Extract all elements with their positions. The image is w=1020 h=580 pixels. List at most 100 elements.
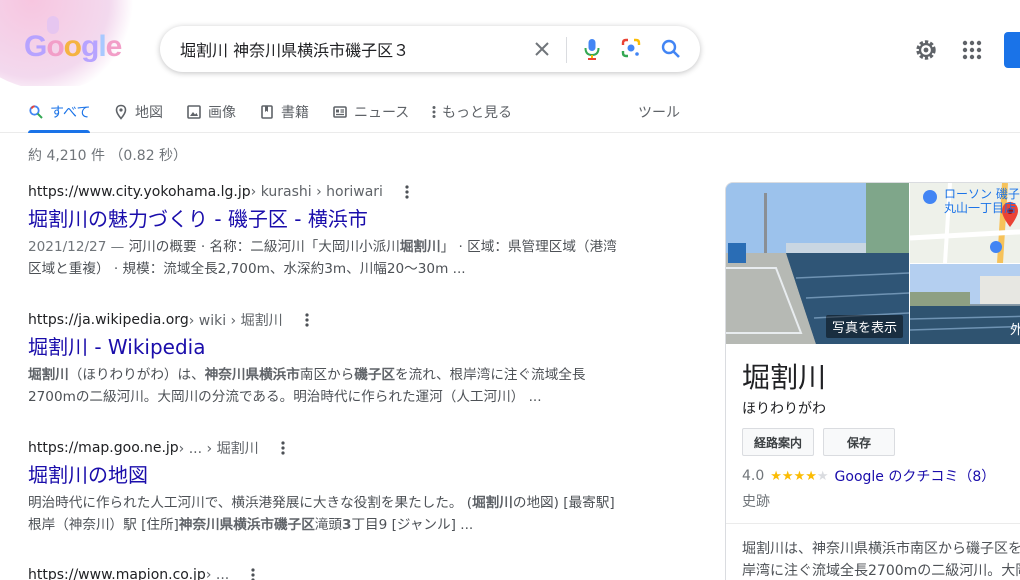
image-search-button[interactable]: [619, 36, 643, 62]
snippet-text: 」 · 区域：県管理区域（港湾: [440, 239, 617, 255]
result-options-button[interactable]: [245, 566, 261, 580]
search-tabs: すべて 地図 画像 書籍 ニュース もっと見る ツール: [0, 92, 1020, 133]
result-url[interactable]: https://www.mapion.co.jp › ...: [28, 565, 638, 580]
snippet-text: 河川の概要 · 名称：二級河川「大岡川小派川: [128, 239, 400, 255]
tab-news[interactable]: ニュース: [332, 92, 409, 132]
close-icon: [535, 42, 549, 56]
snippet-highlight: 堀割川: [472, 495, 513, 511]
clear-search-button[interactable]: [530, 37, 554, 61]
tab-label: すべて: [50, 105, 91, 121]
search-box-divider: [566, 37, 567, 63]
result-domain: https://www.city.yokohama.lg.jp: [28, 184, 251, 200]
snippet-highlight: 磯子区: [354, 367, 396, 383]
settings-button[interactable]: [913, 37, 939, 63]
snippet-text: の地図) [最寄駅]: [512, 495, 615, 511]
more-vert-icon: [280, 441, 285, 455]
kp-title: 堀割川: [742, 361, 827, 394]
result-title-link[interactable]: 堀割川の地図: [28, 462, 638, 488]
tools-button[interactable]: ツール: [638, 92, 680, 132]
result-url[interactable]: https://www.city.yokohama.lg.jp › kurash…: [28, 182, 638, 202]
snippet-text: 明治時代に作られた人工河川で、横浜港発展に大きな役割を果たした。 (: [28, 495, 473, 511]
rating-value: 4.0: [742, 468, 765, 484]
kp-divider: [726, 523, 1020, 524]
snippet-text: 根岸（神奈川）駅 [住所]: [28, 517, 179, 533]
search-result: https://map.goo.ne.jp › ... › 堀割川 堀割川の地図…: [28, 438, 638, 536]
result-stats: 約 4,210 件 （0.82 秒）: [28, 148, 188, 164]
result-date: 2021/12/27 —: [28, 239, 129, 255]
directions-button[interactable]: 経路案内: [742, 428, 814, 456]
header: Google: [0, 0, 1020, 92]
result-title-link[interactable]: 堀割川 - Wikipedia: [28, 334, 638, 360]
snippet-highlight: 堀割川: [28, 367, 69, 383]
search-result: https://www.city.yokohama.lg.jp › kurash…: [28, 182, 638, 280]
search-icon: [29, 105, 43, 119]
tab-books[interactable]: 書籍: [259, 92, 309, 132]
tab-label: もっと見る: [442, 105, 512, 121]
result-snippet: 堀割川（ほりわりがわ）は、神奈川県横浜市南区から磯子区を流れ、根岸湾に注ぐ流域全…: [28, 364, 638, 408]
sign-in-button[interactable]: [1004, 32, 1020, 68]
result-url[interactable]: https://map.goo.ne.jp › ... › 堀割川: [28, 438, 638, 458]
result-path: › ...: [205, 567, 230, 580]
snippet-text: 区域と重複） · 規模：流域全長2,700m、水深約3m、川幅20〜30m ..…: [28, 261, 466, 277]
tab-images[interactable]: 画像: [186, 92, 236, 132]
result-title-link[interactable]: 堀割川の魅力づくり - 磯子区 - 横浜市: [28, 206, 638, 232]
snippet-highlight: 堀割川: [399, 239, 441, 255]
kp-exterior-photo[interactable]: 外: [910, 264, 1020, 344]
voice-search-button[interactable]: [580, 36, 604, 62]
kp-category: 史跡: [742, 494, 770, 510]
gear-icon: [916, 40, 936, 60]
search-button[interactable]: [659, 36, 683, 62]
map-pin-icon: [115, 104, 127, 120]
kp-photo-grid: 写真を表示 ローソン 磯子 丸山一丁目店 外: [726, 183, 1020, 344]
result-url[interactable]: https://ja.wikipedia.org › wiki › 堀割川: [28, 310, 638, 330]
apps-grid-icon: [962, 40, 982, 60]
result-path: › wiki › 堀割川: [188, 313, 283, 329]
tab-more[interactable]: もっと見る: [430, 92, 512, 132]
desc-line: 堀割川は、神奈川県横浜市南区から磯子区を: [742, 541, 1020, 557]
more-vert-icon: [405, 185, 409, 199]
result-snippet: 2021/12/27 — 河川の概要 · 名称：二級河川「大岡川小派川堀割川」 …: [28, 236, 638, 280]
result-options-button[interactable]: [399, 183, 415, 201]
exterior-photo-illustration: [910, 264, 1020, 344]
news-icon: [333, 106, 347, 118]
search-input[interactable]: [180, 36, 520, 62]
tab-label: 地図: [135, 105, 163, 121]
tab-maps[interactable]: 地図: [113, 92, 163, 132]
book-icon: [261, 105, 273, 119]
snippet-text: 2700mの二級河川。大岡川の分流である。明治時代に作られた運河（人工河川） .…: [28, 389, 542, 405]
search-result: https://www.mapion.co.jp › ...: [28, 565, 638, 580]
desc-line: 岸湾に注ぐ流域全長2700mの二級河川。大岡: [742, 563, 1020, 579]
result-options-button[interactable]: [299, 311, 315, 329]
search-box: [160, 26, 700, 72]
save-button[interactable]: 保存: [823, 428, 895, 456]
snippet-text: 丁目9 [ジャンル] ...: [351, 517, 474, 533]
image-icon: [187, 105, 201, 119]
tab-label: ニュース: [354, 105, 410, 121]
kp-description: 堀割川は、神奈川県横浜市南区から磯子区を 岸湾に注ぐ流域全長2700mの二級河川…: [742, 538, 1020, 580]
microphone-icon: [584, 39, 600, 60]
reviews-link[interactable]: Google のクチコミ（8）: [835, 466, 996, 486]
result-options-button[interactable]: [275, 439, 291, 457]
google-lens-icon: [621, 38, 641, 58]
more-vert-icon: [432, 106, 436, 118]
tab-all[interactable]: すべて: [28, 92, 91, 133]
more-vert-icon: [251, 568, 255, 580]
result-domain: https://www.mapion.co.jp: [28, 567, 206, 580]
snippet-highlight: 神奈川県横浜市磯子区: [178, 517, 315, 533]
result-domain: https://ja.wikipedia.org: [28, 312, 189, 328]
more-vert-icon: [305, 313, 309, 327]
outside-photo-label: 外: [1010, 319, 1020, 338]
kp-rating: 4.0 ★★★★★ Google のクチコミ（8）: [742, 466, 995, 486]
result-path: › kurashi › horiwari: [250, 184, 383, 200]
google-doodle-logo[interactable]: Google: [0, 0, 150, 86]
tab-label: 書籍: [281, 105, 309, 121]
kp-main-photo[interactable]: 写真を表示: [726, 183, 909, 344]
kp-map-thumbnail[interactable]: ローソン 磯子 丸山一丁目店: [910, 183, 1020, 263]
tab-label: 画像: [208, 105, 236, 121]
google-apps-button[interactable]: [960, 38, 984, 62]
tools-label: ツール: [638, 105, 680, 121]
result-domain: https://map.goo.ne.jp: [28, 440, 179, 456]
search-result: https://ja.wikipedia.org › wiki › 堀割川 堀割…: [28, 310, 638, 408]
snippet-text: 滝頭: [314, 517, 342, 533]
search-icon: [661, 39, 680, 58]
